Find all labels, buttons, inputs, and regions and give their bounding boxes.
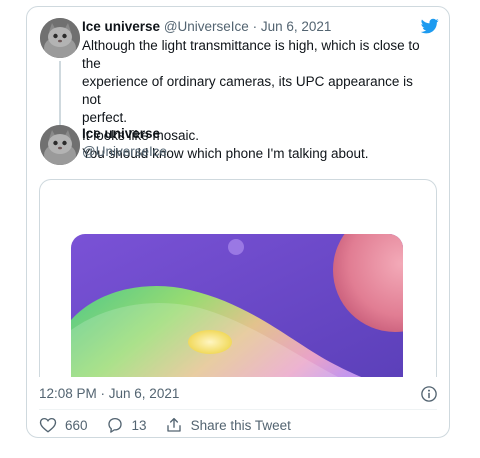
reply-count: 13: [131, 417, 147, 433]
quoted-tweet-date[interactable]: Jun 6, 2021: [261, 19, 332, 34]
author-name[interactable]: Ice universe: [82, 125, 167, 143]
tweet-timestamp[interactable]: 12:08 PM · Jun 6, 2021: [39, 385, 179, 403]
heart-icon: [39, 417, 57, 433]
header-separator: ·: [252, 19, 258, 34]
phone-wallpaper-image: [71, 234, 403, 377]
info-icon[interactable]: [420, 385, 438, 403]
reply-icon: [107, 417, 122, 433]
author-avatar[interactable]: [40, 125, 80, 165]
tweet-media[interactable]: [39, 179, 437, 377]
embedded-tweet-card: Ice universe @UniverseIce · Jun 6, 2021 …: [26, 6, 450, 438]
share-label: Share this Tweet: [190, 417, 291, 433]
quoted-author-avatar[interactable]: [40, 18, 80, 58]
like-count: 660: [65, 417, 88, 433]
author-block: Ice universe @UniverseIce: [82, 125, 167, 161]
quoted-author-handle[interactable]: @UniverseIce: [164, 19, 249, 34]
camera-cutout: [228, 239, 244, 255]
twitter-bird-icon[interactable]: [420, 17, 440, 35]
divider: [39, 409, 437, 410]
thread-line: [59, 61, 61, 127]
quoted-text-line: experience of ordinary cameras, its UPC …: [82, 74, 413, 107]
tweet-actions: 660 13 Share this Tweet: [39, 415, 309, 435]
reply-button[interactable]: 13: [106, 416, 147, 434]
author-handle[interactable]: @UniverseIce: [82, 143, 167, 161]
share-icon: [166, 417, 181, 432]
like-button[interactable]: 660: [39, 416, 88, 434]
quoted-text-line: Although the light transmittance is high…: [82, 38, 420, 71]
share-button[interactable]: Share this Tweet: [165, 416, 291, 434]
quoted-author-name[interactable]: Ice universe: [82, 19, 160, 34]
quoted-tweet-header: Ice universe @UniverseIce · Jun 6, 2021: [82, 18, 331, 36]
